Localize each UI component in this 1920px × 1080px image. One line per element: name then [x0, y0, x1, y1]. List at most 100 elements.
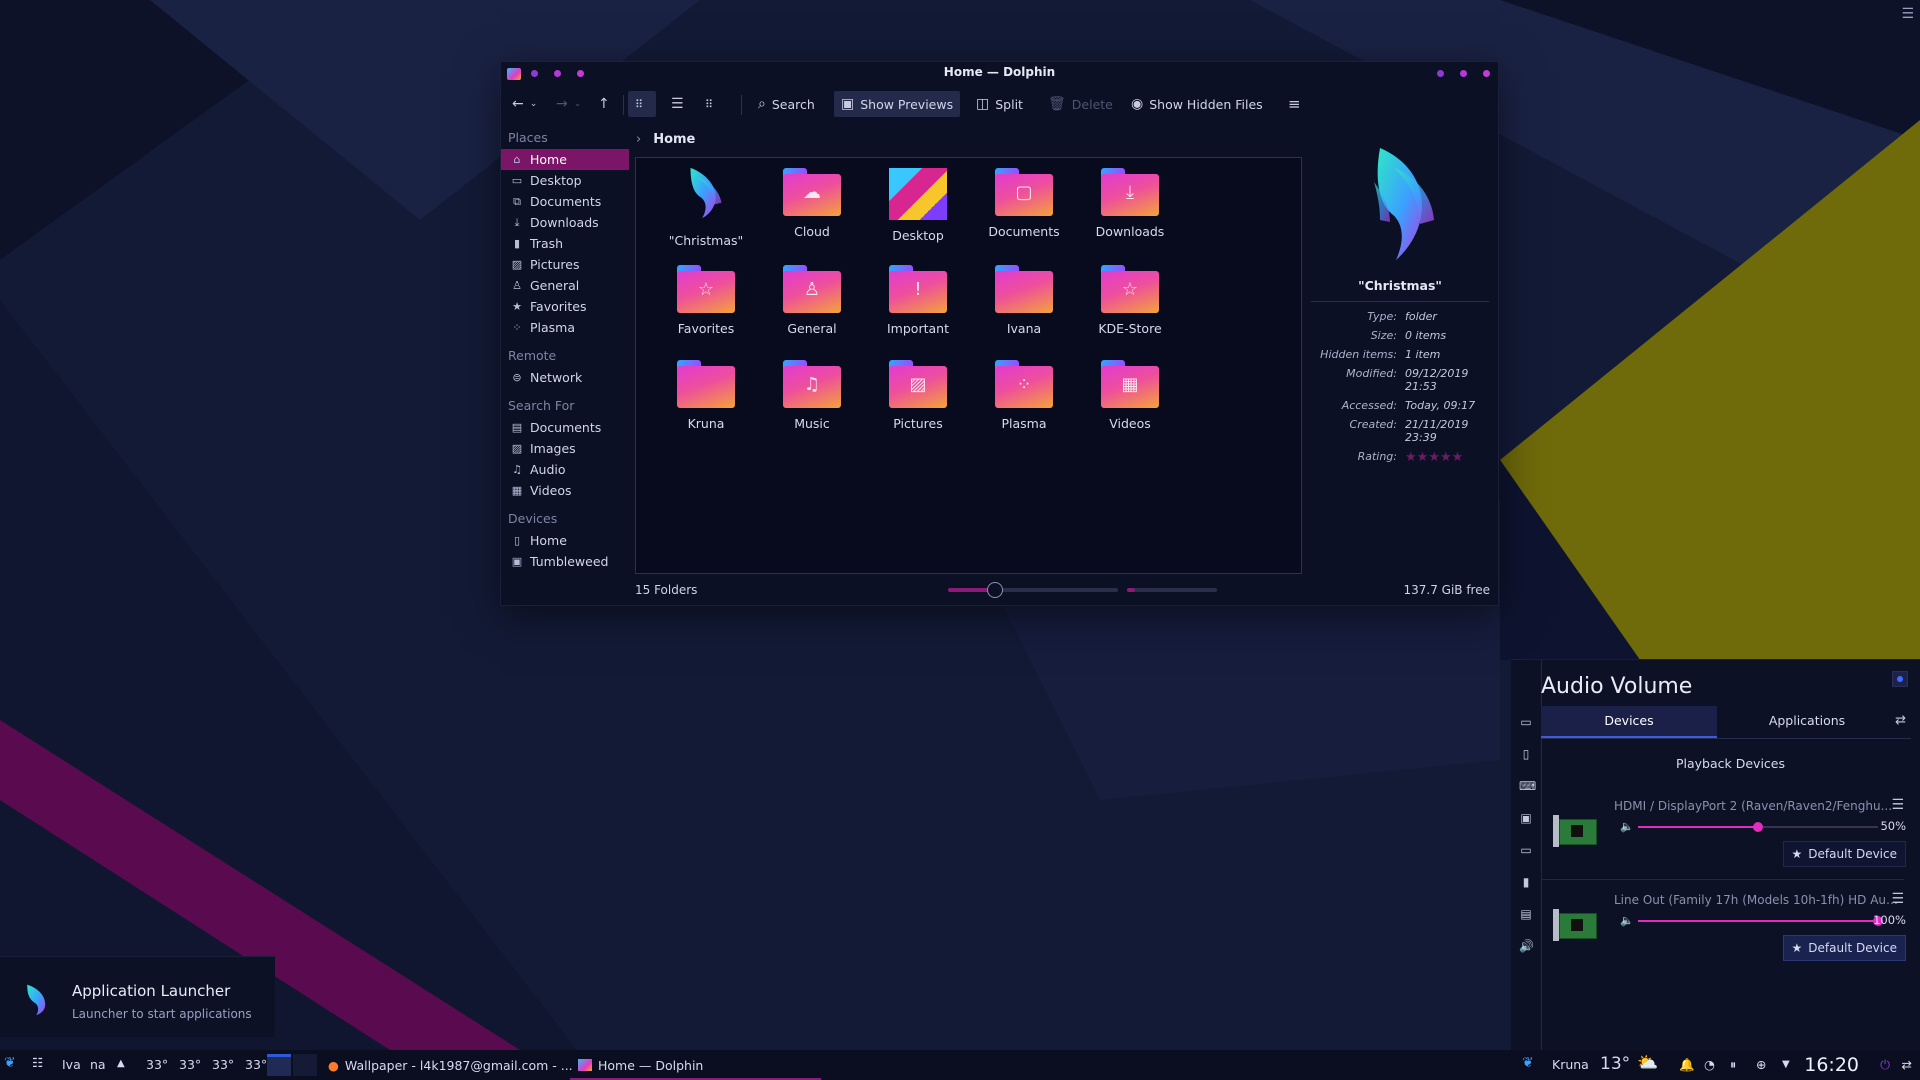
desktop-1[interactable] [267, 1054, 291, 1076]
place-home[interactable]: ⌂ Home [501, 149, 629, 170]
tab-applications[interactable]: Applications [1719, 706, 1895, 736]
device-menu-icon[interactable]: ☰ [1891, 797, 1904, 813]
notifications-icon[interactable]: 🔔 [1679, 1057, 1695, 1073]
folder-music[interactable]: ♫ Music [757, 360, 867, 431]
volume-slider[interactable] [1638, 916, 1883, 926]
details-view-button[interactable]: ⠿ [698, 91, 720, 117]
icons-view-button[interactable]: ⠿ [628, 91, 656, 117]
search-button[interactable]: ⌕ Search [751, 91, 822, 117]
task-firefox[interactable]: ● Wallpaper - l4k1987@gmail.com - ... [320, 1052, 581, 1078]
folder-pictures[interactable]: ▨ Pictures [863, 360, 973, 431]
volume-slider-handle[interactable] [1753, 822, 1763, 832]
folder-downloads[interactable]: ⤓ Downloads [1075, 168, 1185, 239]
folder-ivana[interactable]: Ivana [969, 265, 1079, 336]
clock[interactable]: 16:20 [1804, 1054, 1859, 1076]
star-icon[interactable]: ★ [1428, 450, 1440, 465]
show-previews-button[interactable]: ▣ Show Previews [834, 91, 961, 117]
place-trash[interactable]: ▮ Trash [501, 233, 629, 254]
monitor-icon[interactable]: ▭ [1519, 843, 1533, 857]
configure-icon[interactable]: ⇄ [1895, 713, 1906, 728]
pause-icon[interactable]: ⏸ [1730, 1057, 1736, 1073]
power-icon[interactable]: ⏻ [1880, 1057, 1890, 1073]
keyboard-icon[interactable]: ⌨ [1519, 779, 1536, 793]
folder-favorites[interactable]: ☆ Favorites [651, 265, 761, 336]
device-tumbleweed[interactable]: ▣ Tumbleweed [501, 551, 629, 572]
folder-desktop[interactable]: Desktop [863, 168, 973, 243]
virtual-desktop-pager[interactable] [267, 1054, 317, 1076]
place-general[interactable]: ♙ General [501, 275, 629, 296]
up-button[interactable]: ↑ [591, 91, 617, 117]
battery-icon[interactable]: ▯ [1519, 747, 1533, 761]
rating-stars[interactable]: ★★★★★ [1405, 450, 1489, 465]
default-device-button[interactable]: ★ Default Device [1782, 841, 1906, 867]
search-documents[interactable]: ▤ Documents [501, 417, 629, 438]
place-desktop[interactable]: ▭ Desktop [501, 170, 629, 191]
breadcrumb-home[interactable]: Home [653, 132, 695, 147]
speaker-icon[interactable]: 🔊 [1519, 939, 1534, 953]
task-dolphin[interactable]: Home — Dolphin [570, 1052, 821, 1080]
folder-cloud[interactable]: ☁ Cloud [757, 168, 867, 239]
default-device-button[interactable]: ★ Default Device [1782, 935, 1906, 961]
mute-button[interactable]: 🔈 [1620, 914, 1634, 927]
delete-button[interactable]: 🗑 Delete [1041, 91, 1120, 117]
volume-slider[interactable] [1638, 822, 1878, 832]
folder-documents[interactable]: ▢ Documents [969, 168, 1079, 239]
maximize-dot-icon[interactable] [1460, 70, 1467, 77]
place-documents[interactable]: ⧉ Documents [501, 191, 629, 212]
weather-cloud-icon[interactable]: ⛅ [1637, 1053, 1658, 1073]
folder-view[interactable]: "Christmas" ☁ Cloud Desktop ▢ Documents … [635, 157, 1302, 574]
back-button[interactable]: ← ⌄ [505, 91, 544, 117]
place-network[interactable]: ⊜ Network [501, 367, 629, 388]
expand-tray-icon[interactable]: ▼ [1782, 1059, 1790, 1070]
zoom-slider-handle[interactable] [986, 582, 1003, 598]
place-downloads[interactable]: ⤓ Downloads [501, 212, 629, 233]
star-icon[interactable]: ★ [1452, 450, 1464, 465]
folder-important[interactable]: ! Important [863, 265, 973, 336]
place-pictures[interactable]: ▨ Pictures [501, 254, 629, 275]
pin-button[interactable] [1892, 671, 1908, 687]
keyboard-layout-2[interactable]: na [90, 1057, 106, 1072]
weather-temperature[interactable]: 13° [1600, 1054, 1630, 1074]
keyboard-layout-1[interactable]: Iva [62, 1057, 81, 1072]
star-icon[interactable]: ★ [1440, 450, 1452, 465]
place-favorites[interactable]: ★ Favorites [501, 296, 629, 317]
kde-launcher-icon[interactable]: ❦ [4, 1055, 16, 1071]
star-icon[interactable]: ★ [1417, 450, 1429, 465]
search-videos[interactable]: ▦ Videos [501, 480, 629, 501]
split-button[interactable]: ◫ Split [969, 91, 1030, 117]
folder-christmas[interactable]: "Christmas" [651, 167, 761, 248]
device-home[interactable]: ▯ Home [501, 530, 629, 551]
tab-devices[interactable]: Devices [1541, 706, 1717, 738]
usb-icon[interactable]: ▮ [1519, 875, 1533, 889]
close-dot-icon[interactable] [1483, 70, 1490, 77]
clock-tray-icon[interactable]: ◔ [1704, 1057, 1715, 1072]
minimize-dot-icon[interactable] [1437, 70, 1444, 77]
clipboard-icon[interactable]: ▤ [1519, 907, 1533, 921]
mute-button[interactable]: 🔈 [1620, 820, 1634, 833]
desktop-2[interactable] [293, 1054, 317, 1076]
usb-tray-icon[interactable]: ⊕ [1756, 1057, 1766, 1072]
forward-button[interactable]: → ⌄ [549, 91, 588, 117]
folder-plasma[interactable]: ⁘ Plasma [969, 360, 1079, 431]
star-icon[interactable]: ★ [1405, 450, 1417, 465]
device-icon[interactable]: ▣ [1519, 811, 1533, 825]
compact-view-button[interactable]: ☰ [664, 91, 691, 117]
panel-settings-icon[interactable]: ⇄ [1902, 1057, 1912, 1072]
folder-kruna[interactable]: Kruna [651, 360, 761, 431]
zoom-slider[interactable] [948, 582, 1118, 598]
device-menu-icon[interactable]: ☰ [1891, 891, 1904, 907]
chevron-up-icon[interactable]: ▲ [117, 1058, 125, 1069]
display-icon[interactable]: ▭ [1519, 715, 1533, 729]
settings-icon[interactable]: ☷ [32, 1055, 43, 1070]
breadcrumb[interactable]: › Home [636, 132, 695, 147]
desktop-menu-icon[interactable]: ☰ [1901, 6, 1914, 22]
folder-general[interactable]: ♙ General [757, 265, 867, 336]
place-plasma[interactable]: ⁘ Plasma [501, 317, 629, 338]
folder-videos[interactable]: ▦ Videos [1075, 360, 1185, 431]
search-audio[interactable]: ♫ Audio [501, 459, 629, 480]
folder-kde-store[interactable]: ☆ KDE-Store [1075, 265, 1185, 336]
hamburger-menu-button[interactable]: ≡ [1281, 91, 1308, 117]
show-hidden-files-button[interactable]: ◉ Show Hidden Files [1124, 91, 1270, 117]
search-images[interactable]: ▨ Images [501, 438, 629, 459]
user-name[interactable]: Kruna [1552, 1057, 1589, 1072]
